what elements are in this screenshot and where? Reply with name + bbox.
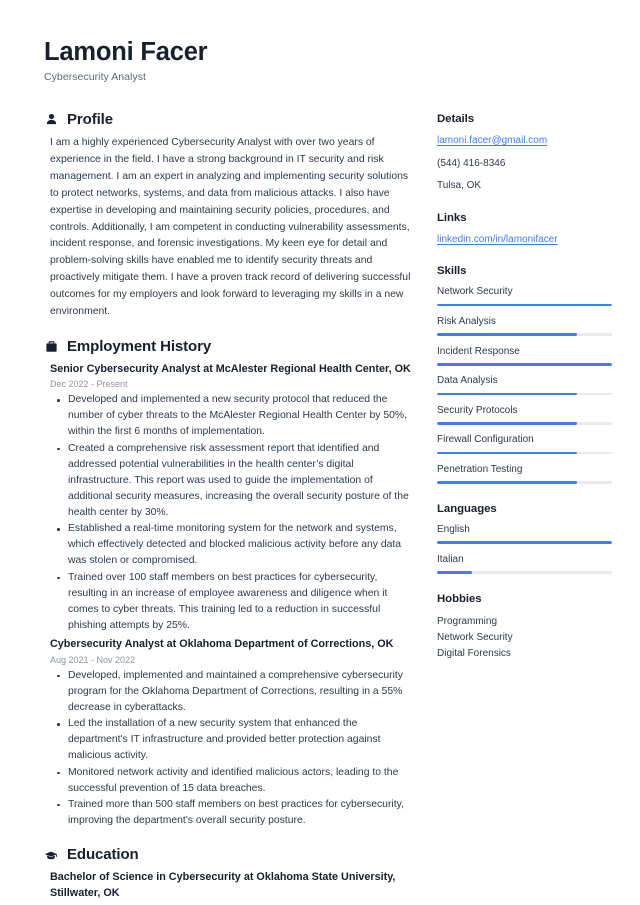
email-link[interactable]: lamoni.facer@gmail.com	[437, 134, 612, 148]
sidebar-links: Links linkedin.com/in/lamonifacer	[437, 212, 612, 247]
skill-row: Penetration Testing	[437, 464, 612, 484]
phone-value: (544) 416-8346	[437, 157, 506, 169]
candidate-name: Lamoni Facer	[44, 38, 208, 66]
skill-label: Data Analysis	[437, 375, 498, 387]
sidebar-column: Details lamoni.facer@gmail.com (544) 416…	[437, 111, 612, 681]
skill-track	[437, 363, 612, 366]
skill-row: Network Security	[437, 286, 612, 307]
skill-label: Risk Analysis	[437, 315, 496, 327]
skill-row: Incident Response	[437, 346, 612, 366]
section-education: Education Bachelor of Science in Cyberse…	[44, 846, 419, 902]
skill-track	[437, 451, 612, 455]
job-bullet: Trained more than 500 staff members on b…	[52, 797, 419, 829]
profile-heading: Profile	[44, 111, 419, 128]
skill-fill	[437, 363, 612, 366]
skill-label: Network Security	[437, 286, 513, 298]
candidate-job-title: Cybersecurity Analyst	[44, 71, 147, 84]
language-fill	[437, 571, 472, 574]
job-bullet: Monitored network activity and identifie…	[52, 765, 419, 797]
graduation-cap-icon	[44, 848, 58, 862]
skill-label: Incident Response	[437, 345, 520, 357]
language-row: English	[437, 523, 612, 545]
skill-track	[437, 392, 612, 396]
skill-row: Security Protocols	[437, 405, 612, 425]
language-track	[437, 541, 612, 545]
hobby-item: Programming	[437, 615, 498, 627]
links-title: Links	[437, 211, 467, 224]
skill-label: Penetration Testing	[437, 463, 523, 475]
sidebar-languages: Languages English Italian	[437, 503, 612, 574]
hobbies-title: Hobbies	[437, 592, 482, 605]
language-label: Italian	[437, 553, 464, 565]
sidebar-details: Details lamoni.facer@gmail.com (544) 416…	[437, 113, 612, 193]
job-bullet: Trained over 100 staff members on best p…	[52, 570, 419, 635]
resume-body: Profile I am a highly experienced Cybers…	[44, 111, 612, 905]
job-heading: Cybersecurity Analyst at Oklahoma Depart…	[50, 638, 394, 651]
skill-track	[437, 333, 612, 336]
skill-fill	[437, 422, 577, 425]
skill-fill	[437, 481, 577, 484]
employment-item: Cybersecurity Analyst at Oklahoma Depart…	[44, 637, 419, 829]
skill-fill	[437, 333, 577, 336]
job-dates: Aug 2021 - Nov 2022	[50, 654, 136, 665]
skill-fill	[437, 303, 612, 307]
skill-track	[437, 481, 612, 484]
details-title: Details	[437, 113, 475, 126]
job-bullet: Created a comprehensive risk assessment …	[52, 441, 419, 522]
languages-title: Languages	[437, 502, 497, 515]
job-bullet-list: Developed, implemented and maintained a …	[52, 668, 419, 829]
job-bullet: Developed, implemented and maintained a …	[52, 668, 419, 716]
resume-page: Lamoni Facer Cybersecurity Analyst Profi…	[0, 0, 640, 905]
job-heading: Senior Cybersecurity Analyst at McAleste…	[50, 362, 411, 375]
main-column: Profile I am a highly experienced Cybers…	[44, 111, 419, 905]
language-track	[437, 571, 612, 574]
hobby-item: Network Security	[437, 631, 513, 643]
language-row: Italian	[437, 554, 612, 574]
job-bullet: Established a real-time monitoring syste…	[52, 521, 419, 569]
skill-row: Firewall Configuration	[437, 434, 612, 455]
skills-title: Skills	[437, 265, 467, 278]
skill-fill	[437, 451, 577, 455]
skill-row: Risk Analysis	[437, 316, 612, 336]
section-profile: Profile I am a highly experienced Cybers…	[44, 111, 419, 320]
employment-item: Senior Cybersecurity Analyst at McAleste…	[44, 362, 419, 635]
briefcase-icon	[44, 339, 58, 353]
profile-title: Profile	[67, 111, 113, 129]
skill-track	[437, 422, 612, 425]
education-item-heading: Bachelor of Science in Cybersecurity at …	[50, 871, 396, 899]
job-bullet: Led the installation of a new security s…	[52, 716, 419, 764]
job-dates: Dec 2022 - Present	[50, 379, 128, 390]
language-label: English	[437, 523, 470, 535]
person-icon	[44, 113, 58, 127]
education-heading: Education	[44, 846, 419, 863]
employment-heading: Employment History	[44, 338, 419, 355]
education-item: Bachelor of Science in Cybersecurity at …	[44, 870, 419, 902]
skill-track	[437, 303, 612, 307]
job-bullet: Developed and implemented a new security…	[52, 392, 419, 440]
skill-row: Data Analysis	[437, 375, 612, 396]
language-fill	[437, 541, 612, 545]
resume-header: Lamoni Facer Cybersecurity Analyst	[44, 38, 596, 83]
profile-text: I am a highly experienced Cybersecurity …	[50, 137, 411, 317]
education-title: Education	[67, 846, 139, 863]
sidebar-hobbies: Hobbies Programming Network Security Dig…	[437, 593, 612, 663]
skill-label: Security Protocols	[437, 404, 518, 416]
skill-label: Firewall Configuration	[437, 434, 534, 446]
skill-fill	[437, 392, 577, 396]
sidebar-skills: Skills Network Security Risk Analysis In…	[437, 265, 612, 484]
job-bullet-list: Developed and implemented a new security…	[52, 392, 419, 634]
employment-title: Employment History	[67, 337, 212, 355]
location-value: Tulsa, OK	[437, 180, 482, 192]
hobby-item: Digital Forensics	[437, 648, 511, 660]
section-employment: Employment History Senior Cybersecurity …	[44, 338, 419, 829]
linkedin-link[interactable]: linkedin.com/in/lamonifacer	[437, 233, 612, 247]
